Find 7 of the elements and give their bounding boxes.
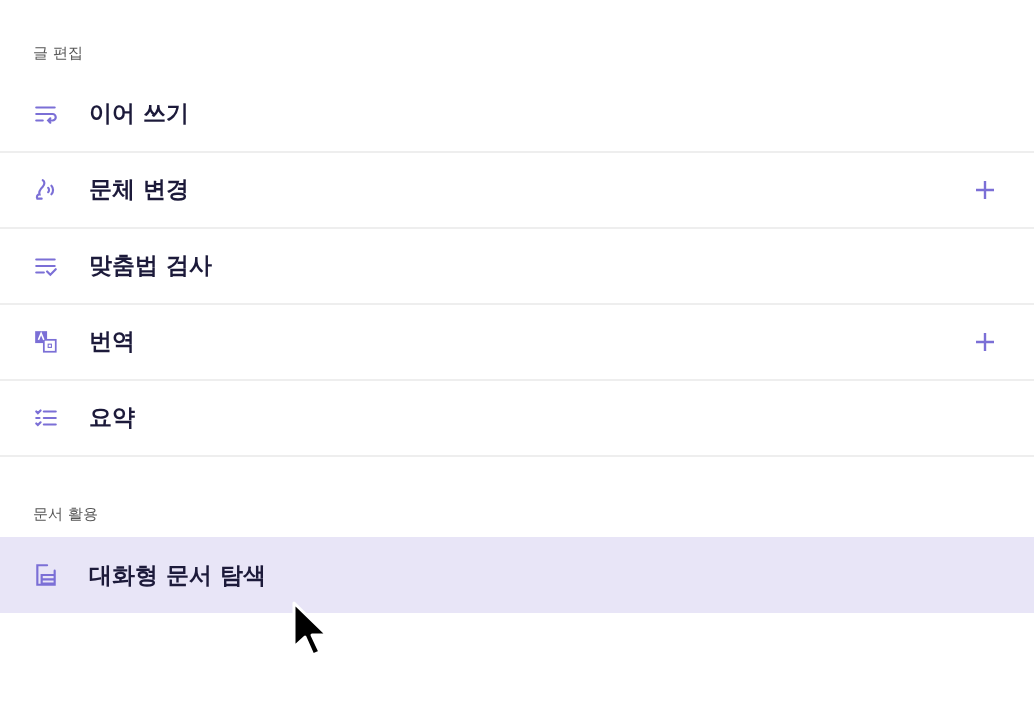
document-icon [33, 562, 59, 588]
translate-icon [33, 328, 59, 355]
menu-item[interactable]: 대화형 문서 탐색 [0, 537, 1034, 613]
plus-icon[interactable] [975, 331, 995, 352]
section-header: 문서 활용 [32, 503, 99, 525]
section-header: 글 편집 [32, 43, 84, 64]
plus-icon[interactable] [975, 179, 995, 200]
